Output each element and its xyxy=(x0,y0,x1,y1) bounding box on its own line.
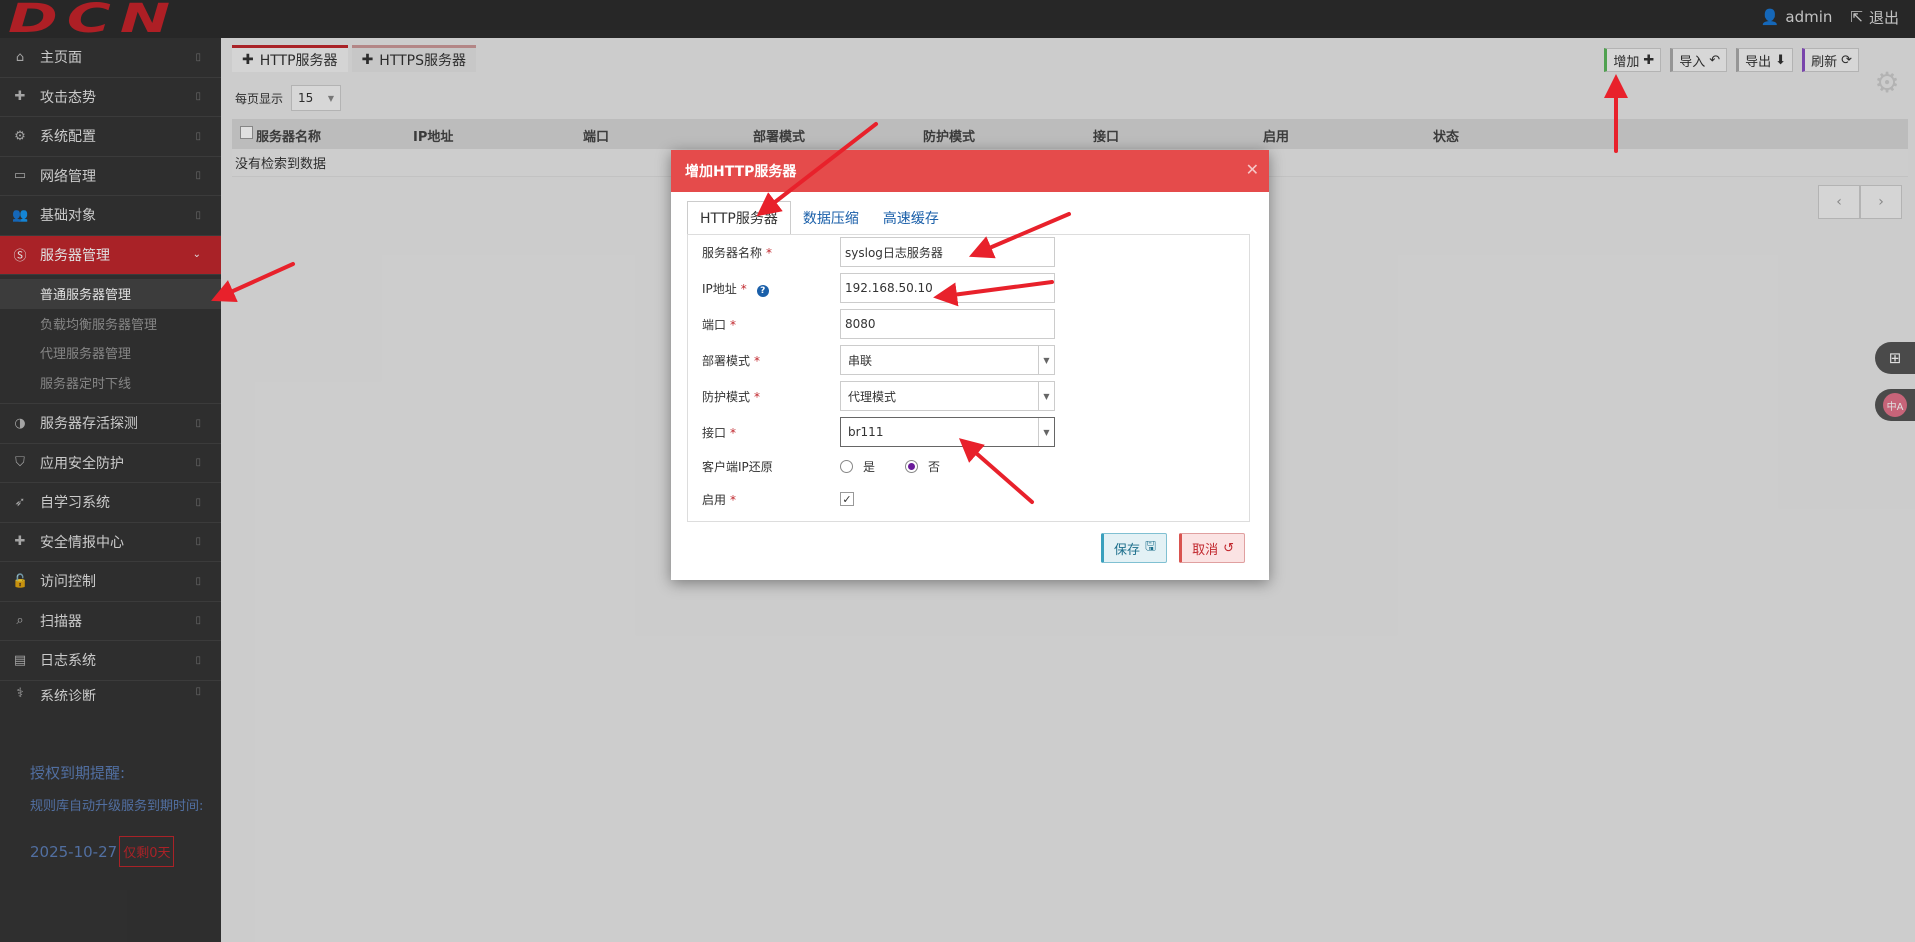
enable-checkbox[interactable]: ✓ xyxy=(840,492,854,506)
deploy-mode-select[interactable]: 串联 ▼ xyxy=(840,345,1055,375)
client-ip-yes-radio[interactable] xyxy=(840,459,853,473)
caret-down-icon: ▼ xyxy=(1038,346,1054,374)
tab-http-server-settings[interactable]: HTTP服务器 xyxy=(687,201,791,235)
server-name-label: 服务器名称 * xyxy=(702,245,773,260)
client-ip-no-radio[interactable] xyxy=(905,459,919,473)
cancel-button[interactable]: 取消 ↺ xyxy=(1179,533,1245,563)
caret-down-icon: ▼ xyxy=(1038,418,1054,446)
tab-data-compression[interactable]: 数据压缩 xyxy=(791,201,871,235)
interface-select[interactable]: br111 ▼ xyxy=(840,417,1055,447)
protect-mode-label: 防护模式 * xyxy=(702,389,761,404)
question-circle-icon[interactable]: ? xyxy=(756,284,769,297)
dialog-title: 增加HTTP服务器 xyxy=(685,164,797,180)
undo-icon: ↺ xyxy=(1223,540,1234,556)
tab-cache[interactable]: 高速缓存 xyxy=(871,201,951,235)
port-label: 端口 * xyxy=(702,317,737,332)
dialog-tabs: HTTP服务器 数据压缩 高速缓存 xyxy=(687,201,951,235)
save-button[interactable]: 保存 🖫 xyxy=(1100,533,1168,563)
save-icon: 🖫 xyxy=(1145,539,1157,554)
close-icon[interactable]: ✕ xyxy=(1246,160,1259,179)
ip-input[interactable]: 192.168.50.10 xyxy=(840,273,1055,303)
caret-down-icon: ▼ xyxy=(1038,382,1054,410)
deploy-mode-label: 部署模式 * xyxy=(702,353,761,368)
server-form: 服务器名称 * syslog日志服务器 IP地址 *? 192.168.50.10 … xyxy=(687,234,1250,522)
interface-label: 接口 * xyxy=(702,425,737,440)
add-http-server-dialog: 增加HTTP服务器 ✕ HTTP服务器 数据压缩 高速缓存 服务器名称 * sys… xyxy=(671,150,1269,580)
client-ip-restore-label: 客户端IP还原 xyxy=(702,459,773,474)
server-name-input[interactable]: syslog日志服务器 xyxy=(840,237,1055,267)
check-icon: ✓ xyxy=(842,492,852,506)
port-input[interactable]: 8080 xyxy=(840,309,1055,339)
enable-label: 启用 * xyxy=(702,492,737,507)
dialog-header: 增加HTTP服务器 ✕ xyxy=(671,150,1269,192)
ip-label: IP地址 *? xyxy=(702,280,840,297)
protect-mode-select[interactable]: 代理模式 ▼ xyxy=(840,381,1055,411)
